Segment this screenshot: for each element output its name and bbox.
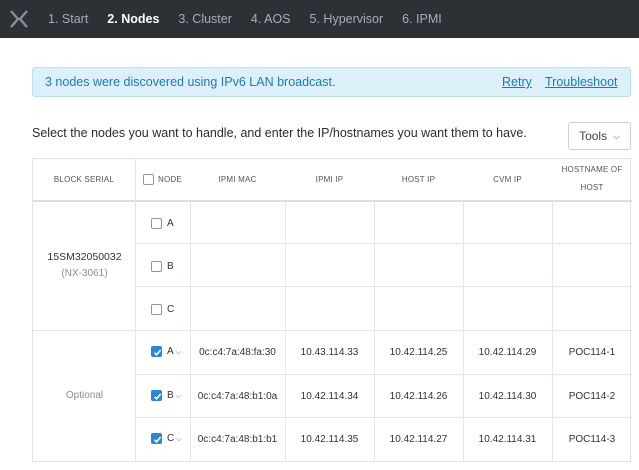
hostname-field[interactable]: POC114-1	[552, 347, 632, 358]
node-selector[interactable]: B ⌵	[167, 390, 181, 401]
host-ip-field[interactable]: 10.42.114.25	[374, 347, 463, 358]
col-divider	[374, 202, 375, 461]
node-selector[interactable]: A ⌵	[167, 346, 181, 357]
col-divider	[463, 202, 464, 461]
cvm-ip-field[interactable]: 10.42.114.31	[463, 434, 552, 445]
row-divider	[136, 243, 632, 244]
step-ipmi[interactable]: 6. IPMI	[402, 12, 442, 26]
col-divider	[552, 202, 553, 461]
checkmark-icon	[153, 393, 162, 400]
ipmi-mac-field[interactable]: 0c:c4:7a:48:b1:b1	[190, 434, 285, 445]
block-optional-label: Optional	[65, 390, 104, 401]
step-start[interactable]: 1. Start	[48, 12, 88, 26]
discovery-banner: 3 nodes were discovered using IPv6 LAN b…	[32, 67, 631, 97]
chevron-down-icon: ⌵	[175, 393, 181, 400]
ipmi-ip-field[interactable]: 10.43.114.33	[285, 347, 374, 358]
chevron-down-icon: ⌵	[176, 436, 182, 443]
node-b-checkbox[interactable]	[151, 261, 162, 272]
ipmi-mac-field[interactable]: 0c:c4:7a:48:b1:0a	[190, 391, 285, 402]
node-letter: C	[167, 304, 175, 315]
header-ipmi-mac: IPMI MAC	[218, 175, 257, 184]
node-b-checkbox-checked[interactable]	[151, 390, 162, 401]
ipmi-ip-field[interactable]: 10.42.114.34	[285, 391, 374, 402]
chevron-down-icon: ⌵	[613, 130, 620, 141]
banner-message: 3 nodes were discovered using IPv6 LAN b…	[45, 75, 336, 89]
step-aos[interactable]: 4. AOS	[251, 12, 291, 26]
wizard-nav-bar: 1. Start 2. Nodes 3. Cluster 4. AOS 5. H…	[0, 0, 639, 38]
nodes-table: BLOCK SERIAL NODE IPMI MAC IPMI IP HOST …	[32, 158, 632, 462]
nutanix-x-logo-icon[interactable]	[9, 9, 29, 29]
node-letter: B	[167, 261, 174, 272]
hostname-field[interactable]: POC114-3	[552, 434, 632, 445]
ipmi-ip-field[interactable]: 10.42.114.35	[285, 434, 374, 445]
checkmark-icon	[153, 436, 162, 443]
node-letter: B	[167, 390, 174, 401]
tools-dropdown-button[interactable]: Tools ⌵	[568, 122, 631, 150]
row-divider	[136, 286, 632, 287]
node-a-checkbox-checked[interactable]	[151, 346, 162, 357]
cvm-ip-field[interactable]: 10.42.114.30	[463, 391, 552, 402]
header-ipmi-ip: IPMI IP	[315, 175, 344, 184]
tools-label: Tools	[579, 129, 608, 143]
step-cluster[interactable]: 3. Cluster	[178, 12, 232, 26]
header-divider	[33, 200, 632, 202]
instructions-text: Select the nodes you want to handle, and…	[32, 126, 527, 140]
header-block-serial: BLOCK SERIAL	[53, 175, 115, 184]
checkmark-icon	[153, 349, 162, 356]
chevron-down-icon: ⌵	[175, 349, 181, 356]
node-letter: C	[167, 433, 175, 444]
header-node: NODE	[158, 175, 182, 184]
node-selector[interactable]: C ⌵	[167, 433, 182, 444]
hostname-field[interactable]: POC114-2	[552, 391, 632, 402]
block-serial-number: 15SM32050032	[47, 251, 122, 263]
header-hostname-line2: HOST	[580, 183, 604, 192]
header-hostname-line1: HOSTNAME OF	[561, 165, 623, 174]
node-letter: A	[167, 346, 174, 357]
row-divider	[136, 417, 632, 418]
node-letter: A	[167, 218, 174, 229]
block-model: (NX-3061)	[61, 268, 108, 279]
header-cvm-ip: CVM IP	[493, 175, 522, 184]
host-ip-field[interactable]: 10.42.114.27	[374, 434, 463, 445]
select-all-checkbox[interactable]	[143, 174, 154, 185]
node-a-checkbox[interactable]	[151, 218, 162, 229]
step-hypervisor[interactable]: 5. Hypervisor	[310, 12, 384, 26]
node-c-checkbox-checked[interactable]	[151, 433, 162, 444]
header-host-ip: HOST IP	[401, 175, 436, 184]
node-c-checkbox[interactable]	[151, 304, 162, 315]
row-divider	[136, 374, 632, 375]
troubleshoot-link[interactable]: Troubleshoot	[545, 75, 618, 89]
host-ip-field[interactable]: 10.42.114.26	[374, 391, 463, 402]
col-divider	[285, 202, 286, 461]
cvm-ip-field[interactable]: 10.42.114.29	[463, 347, 552, 358]
step-nodes[interactable]: 2. Nodes	[107, 12, 159, 26]
col-divider	[135, 159, 136, 461]
ipmi-mac-field[interactable]: 0c:c4:7a:48:fa:30	[190, 347, 285, 358]
retry-link[interactable]: Retry	[502, 75, 532, 89]
col-divider	[190, 202, 191, 461]
wizard-steps: 1. Start 2. Nodes 3. Cluster 4. AOS 5. H…	[48, 0, 461, 38]
block-divider	[33, 330, 632, 331]
